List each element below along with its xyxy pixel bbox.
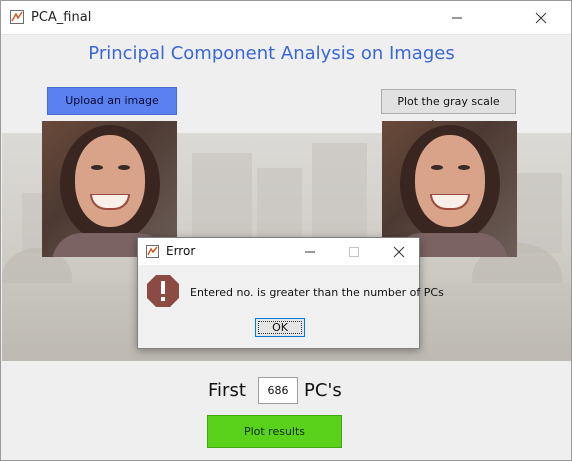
pcs-label: PC's: [304, 380, 342, 401]
error-message: Entered no. is greater than the number o…: [190, 286, 444, 299]
error-icon: [146, 274, 180, 308]
matlab-figure-icon: [146, 245, 159, 258]
dialog-title-bar[interactable]: Error: [138, 238, 419, 265]
dialog-minimize-button[interactable]: [290, 238, 330, 265]
dialog-maximize-button: [334, 238, 374, 265]
error-dialog: Error Entered no. is greater than the nu…: [137, 237, 444, 349]
minimize-button[interactable]: [435, 1, 479, 34]
minimize-icon: [452, 17, 462, 19]
title-bar[interactable]: PCA_final: [1, 1, 571, 35]
app-window: PCA_final Principal Component Analysis o…: [0, 0, 572, 461]
ok-button[interactable]: OK: [255, 318, 305, 337]
dialog-close-button[interactable]: [379, 238, 419, 265]
pc-count-input[interactable]: 686: [258, 377, 298, 404]
maximize-icon: [349, 247, 359, 257]
close-button[interactable]: [519, 1, 563, 34]
page-title: Principal Component Analysis on Images: [88, 43, 455, 64]
close-icon: [535, 12, 547, 24]
upload-image-button[interactable]: Upload an image: [47, 87, 177, 115]
close-icon: [393, 246, 405, 258]
first-label: First: [208, 380, 246, 401]
plot-results-button[interactable]: Plot results: [207, 415, 342, 448]
matlab-figure-icon: [10, 10, 24, 24]
dialog-title: Error: [166, 244, 196, 258]
window-title: PCA_final: [31, 10, 92, 25]
plot-gray-scale-button[interactable]: Plot the gray scale image: [381, 89, 516, 131]
minimize-icon: [305, 251, 315, 253]
